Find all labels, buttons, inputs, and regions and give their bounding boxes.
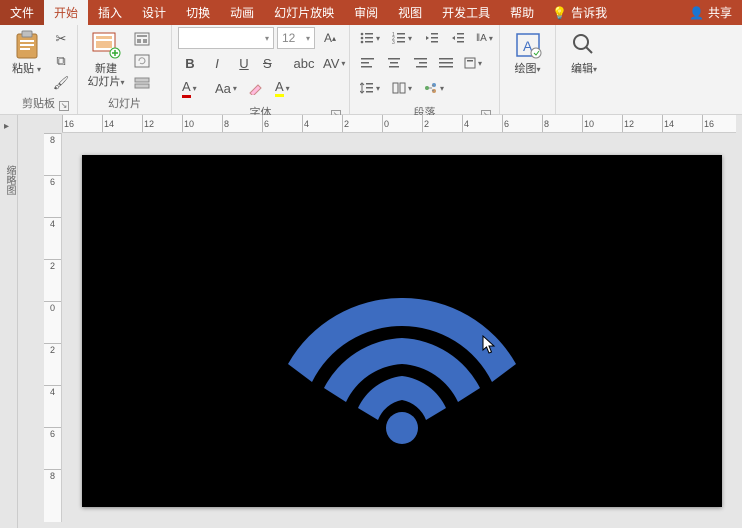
chevron-down-icon: ▾ <box>265 34 269 43</box>
bullets-button[interactable]: ▾ <box>356 27 386 49</box>
font-size-combo[interactable]: 12 ▾ <box>277 27 315 49</box>
thumbnail-pane-collapsed[interactable]: ▸ 缩略图 <box>0 115 18 528</box>
new-slide-label: 新建 幻灯片 <box>87 63 120 88</box>
share-label: 共享 <box>708 4 732 21</box>
slide-canvas[interactable] <box>82 155 722 507</box>
italic-button[interactable]: I <box>205 52 229 74</box>
find-icon <box>568 29 600 61</box>
numbering-button[interactable]: 123▾ <box>388 27 418 49</box>
group-slides: 新建 幻灯片▾ 幻灯片 <box>78 25 172 114</box>
font-size-value: 12 <box>282 31 295 45</box>
person-icon: 👤 <box>689 6 704 20</box>
text-direction-button[interactable]: ‖A▾ <box>472 27 502 49</box>
clipboard-group-label: 剪贴板 <box>22 98 55 110</box>
smartart-button[interactable]: ▾ <box>420 77 450 99</box>
layout-button[interactable] <box>132 29 152 49</box>
drawing-button[interactable]: A 绘图▾ <box>506 27 549 76</box>
tab-help[interactable]: 帮助 <box>500 0 544 25</box>
bulb-icon: 💡 <box>552 6 567 20</box>
horizontal-ruler[interactable]: 1614121086420246810121416 <box>62 115 736 133</box>
grow-font-button[interactable]: A▴ <box>318 27 342 49</box>
group-clipboard: 粘贴 ▾ ✂ ⧉ 🖌 剪贴板 ↘ <box>0 25 78 114</box>
slides-group-label: 幻灯片 <box>108 98 141 110</box>
wifi-shape[interactable] <box>252 242 552 462</box>
editing-button[interactable]: 编辑▾ <box>562 27 606 76</box>
cut-button[interactable]: ✂ <box>51 29 71 49</box>
copy-icon: ⧉ <box>56 53 65 69</box>
increase-indent-button[interactable] <box>446 27 470 49</box>
bold-button[interactable]: B <box>178 52 202 74</box>
highlight-button[interactable]: A▾ <box>271 77 301 99</box>
new-slide-button[interactable]: 新建 幻灯片▾ <box>84 27 128 89</box>
group-font: ▾ 12 ▾ A▴ B I U S abc AV▾ A▾ Aa▾ A▾ <box>172 25 350 114</box>
ribbon: 粘贴 ▾ ✂ ⧉ 🖌 剪贴板↘ 新建 幻灯片▾ 幻灯片 <box>0 25 742 115</box>
share-button[interactable]: 👤 共享 <box>679 0 742 25</box>
tab-insert[interactable]: 插入 <box>88 0 132 25</box>
columns-button[interactable]: ▾ <box>388 77 418 99</box>
underline-button[interactable]: U <box>232 52 256 74</box>
shapes-icon: A <box>512 29 544 61</box>
tell-me[interactable]: 💡 告诉我 <box>544 0 615 25</box>
tab-home[interactable]: 开始 <box>44 0 88 25</box>
reset-button[interactable] <box>132 51 152 71</box>
vertical-ruler[interactable]: 864202468 <box>44 133 62 522</box>
tab-animation[interactable]: 动画 <box>220 0 264 25</box>
font-color-button[interactable]: A▾ <box>178 77 208 99</box>
char-spacing-button[interactable]: AV▾ <box>319 52 349 74</box>
justify-button[interactable] <box>434 52 458 74</box>
align-right-button[interactable] <box>408 52 432 74</box>
decrease-indent-button[interactable] <box>420 27 444 49</box>
align-left-button[interactable] <box>356 52 380 74</box>
new-slide-icon <box>90 29 122 61</box>
tab-design[interactable]: 设计 <box>132 0 176 25</box>
align-text-button[interactable]: ▾ <box>460 52 490 74</box>
chevron-down-icon: ▾ <box>306 34 310 43</box>
paste-label: 粘贴 <box>12 63 34 75</box>
tab-transition[interactable]: 切换 <box>176 0 220 25</box>
paste-button[interactable]: 粘贴 ▾ <box>6 27 47 76</box>
line-spacing-button[interactable]: ▾ <box>356 77 386 99</box>
font-name-combo[interactable]: ▾ <box>178 27 274 49</box>
title-tab-bar: 文件 开始 插入 设计 切换 动画 幻灯片放映 审阅 视图 开发工具 帮助 💡 … <box>0 0 742 25</box>
group-paragraph: ▾ 123▾ ‖A▾ ▾ ▾ ▾ ▾ 段落↘ <box>350 25 500 114</box>
tab-slideshow[interactable]: 幻灯片放映 <box>264 0 344 25</box>
workspace: ▸ 缩略图 1614121086420246810121416 86420246… <box>0 115 742 528</box>
tab-devtools[interactable]: 开发工具 <box>432 0 500 25</box>
expand-chevron-icon[interactable]: ▸ <box>4 121 9 132</box>
shadow-button[interactable]: abc <box>292 52 316 74</box>
scissors-icon: ✂ <box>56 31 67 47</box>
tab-view[interactable]: 视图 <box>388 0 432 25</box>
editing-label: 编辑 <box>571 63 593 75</box>
section-button[interactable] <box>132 73 152 93</box>
clear-format-button[interactable] <box>244 77 268 99</box>
group-editing: 编辑▾ <box>556 25 612 114</box>
thumbnails-label: 缩略图 <box>2 165 17 195</box>
group-drawing: A 绘图▾ <box>500 25 556 114</box>
brush-icon: 🖌 <box>53 75 70 91</box>
drawing-label: 绘图 <box>514 63 536 75</box>
clipboard-icon <box>11 29 43 61</box>
copy-button[interactable]: ⧉ <box>51 51 71 71</box>
align-center-button[interactable] <box>382 52 406 74</box>
change-case-button[interactable]: Aa▾ <box>211 77 241 99</box>
strike-button[interactable]: S <box>259 52 289 74</box>
tell-me-label: 告诉我 <box>571 4 607 21</box>
tab-review[interactable]: 审阅 <box>344 0 388 25</box>
svg-text:3: 3 <box>392 40 395 44</box>
tab-file[interactable]: 文件 <box>0 0 44 25</box>
format-painter-button[interactable]: 🖌 <box>51 73 71 93</box>
clipboard-launcher[interactable]: ↘ <box>59 101 69 111</box>
